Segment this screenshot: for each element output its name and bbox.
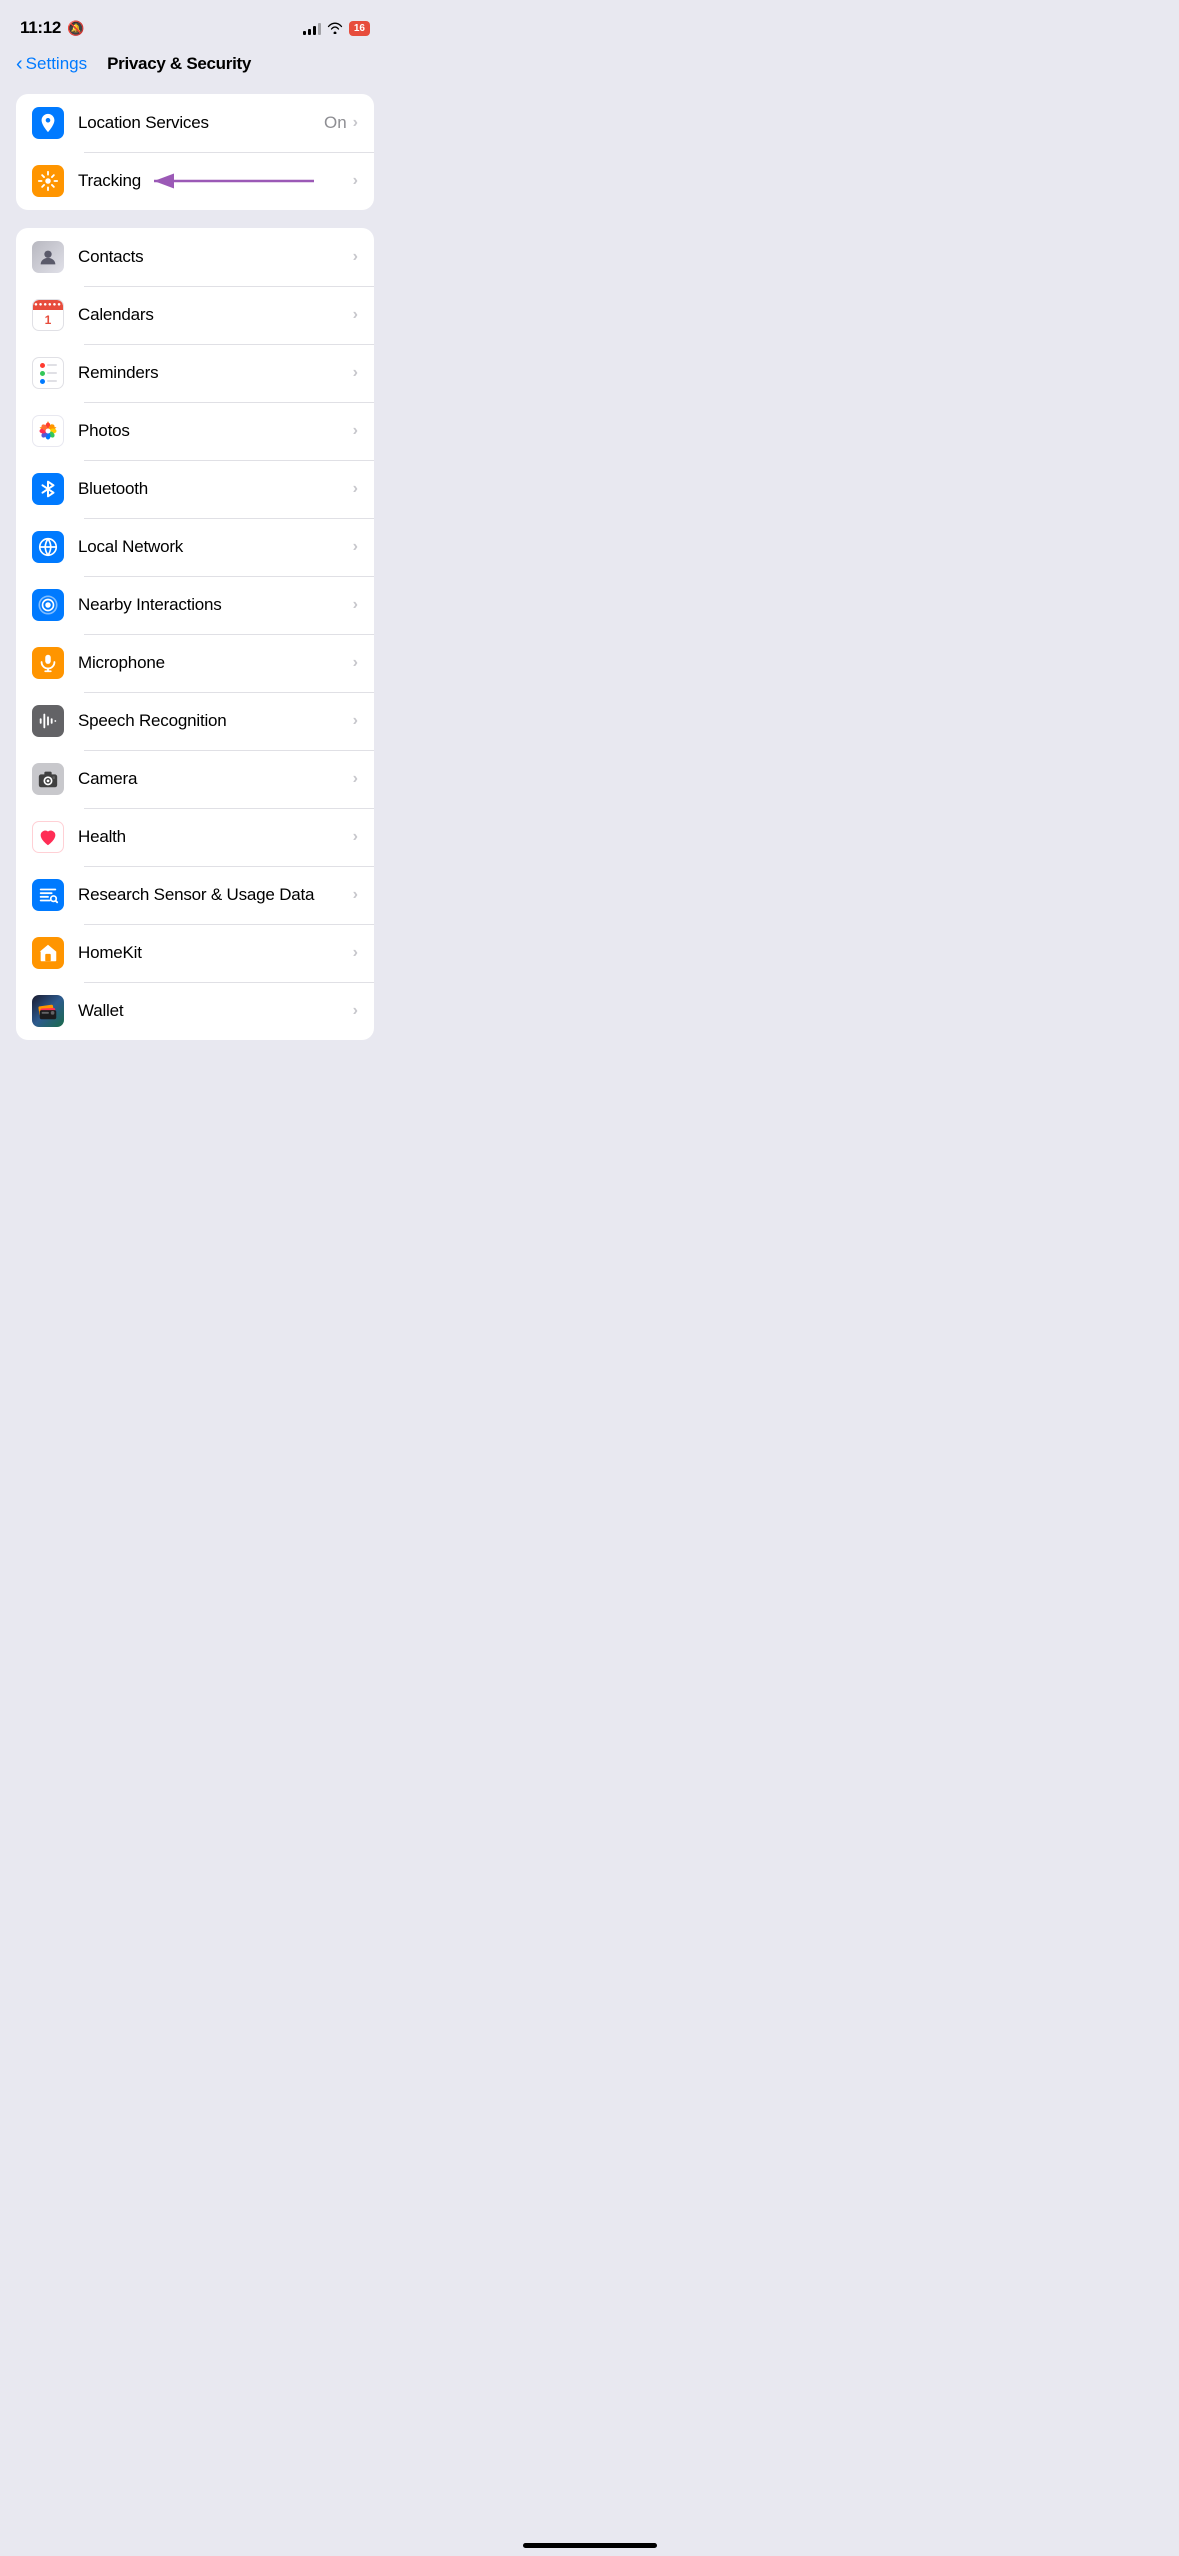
nav-bar: ‹ Settings Privacy & Security — [0, 50, 390, 86]
wallet-row[interactable]: Wallet › — [16, 982, 374, 1040]
speech-recognition-icon — [32, 705, 64, 737]
health-label: Health — [78, 827, 353, 847]
status-time: 11:12 — [20, 18, 61, 38]
tracking-icon — [32, 165, 64, 197]
camera-label: Camera — [78, 769, 353, 789]
local-network-label: Local Network — [78, 537, 353, 557]
speech-recognition-chevron: › — [353, 712, 358, 730]
research-icon — [32, 879, 64, 911]
wallet-chevron: › — [353, 1002, 358, 1020]
back-label: Settings — [26, 54, 87, 74]
camera-chevron: › — [353, 770, 358, 788]
health-chevron: › — [353, 828, 358, 846]
research-row[interactable]: Research Sensor & Usage Data › — [16, 866, 374, 924]
local-network-icon — [32, 531, 64, 563]
homekit-icon — [32, 937, 64, 969]
status-bar: 11:12 🔕 16 — [0, 0, 390, 50]
homekit-row[interactable]: HomeKit › — [16, 924, 374, 982]
contacts-icon — [32, 241, 64, 273]
nearby-interactions-label: Nearby Interactions — [78, 595, 353, 615]
tracking-label: Tracking — [78, 171, 353, 191]
tracking-chevron: › — [353, 172, 358, 190]
back-chevron-icon: ‹ — [16, 54, 23, 74]
bluetooth-icon — [32, 473, 64, 505]
main-section: Contacts › ●●●●●● 1 Calendars › — [16, 228, 374, 1040]
battery-icon: 16 — [349, 21, 370, 36]
reminders-chevron: › — [353, 364, 358, 382]
calendars-icon: ●●●●●● 1 — [32, 299, 64, 331]
microphone-row[interactable]: Microphone › — [16, 634, 374, 692]
wifi-icon — [327, 22, 343, 34]
home-indicator — [523, 2543, 657, 2548]
photos-label: Photos — [78, 421, 353, 441]
local-network-row[interactable]: Local Network › — [16, 518, 374, 576]
tracking-row[interactable]: Tracking › — [16, 152, 374, 210]
wallet-icon — [32, 995, 64, 1027]
microphone-label: Microphone — [78, 653, 353, 673]
content: Location Services On › Tracking — [0, 86, 390, 1066]
reminders-row[interactable]: Reminders › — [16, 344, 374, 402]
microphone-icon — [32, 647, 64, 679]
microphone-chevron: › — [353, 654, 358, 672]
status-icons: 16 — [303, 21, 370, 36]
back-button[interactable]: ‹ Settings — [16, 54, 87, 74]
calendars-chevron: › — [353, 306, 358, 324]
battery-level: 16 — [349, 21, 370, 36]
contacts-chevron: › — [353, 248, 358, 266]
signal-icon — [303, 22, 321, 35]
speech-recognition-row[interactable]: Speech Recognition › — [16, 692, 374, 750]
contacts-row[interactable]: Contacts › — [16, 228, 374, 286]
location-services-row[interactable]: Location Services On › — [16, 94, 374, 152]
location-services-icon — [32, 107, 64, 139]
reminders-label: Reminders — [78, 363, 353, 383]
page-title: Privacy & Security — [107, 54, 251, 74]
nearby-interactions-icon — [32, 589, 64, 621]
photos-chevron: › — [353, 422, 358, 440]
homekit-chevron: › — [353, 944, 358, 962]
photos-row[interactable]: Photos › — [16, 402, 374, 460]
camera-icon — [32, 763, 64, 795]
reminders-icon — [32, 357, 64, 389]
speech-recognition-label: Speech Recognition — [78, 711, 353, 731]
mute-icon: 🔕 — [67, 20, 84, 37]
top-section: Location Services On › Tracking — [16, 94, 374, 210]
bluetooth-label: Bluetooth — [78, 479, 353, 499]
contacts-label: Contacts — [78, 247, 353, 267]
bluetooth-chevron: › — [353, 480, 358, 498]
calendars-label: Calendars — [78, 305, 353, 325]
location-services-value: On — [324, 113, 347, 133]
nearby-interactions-chevron: › — [353, 596, 358, 614]
calendars-row[interactable]: ●●●●●● 1 Calendars › — [16, 286, 374, 344]
location-services-label: Location Services — [78, 113, 324, 133]
photos-icon — [32, 415, 64, 447]
camera-row[interactable]: Camera › — [16, 750, 374, 808]
research-label: Research Sensor & Usage Data — [78, 885, 353, 905]
wallet-label: Wallet — [78, 1001, 353, 1021]
bluetooth-row[interactable]: Bluetooth › — [16, 460, 374, 518]
research-chevron: › — [353, 886, 358, 904]
homekit-label: HomeKit — [78, 943, 353, 963]
health-row[interactable]: Health › — [16, 808, 374, 866]
nearby-interactions-row[interactable]: Nearby Interactions › — [16, 576, 374, 634]
local-network-chevron: › — [353, 538, 358, 556]
location-services-chevron: › — [353, 114, 358, 132]
health-icon — [32, 821, 64, 853]
